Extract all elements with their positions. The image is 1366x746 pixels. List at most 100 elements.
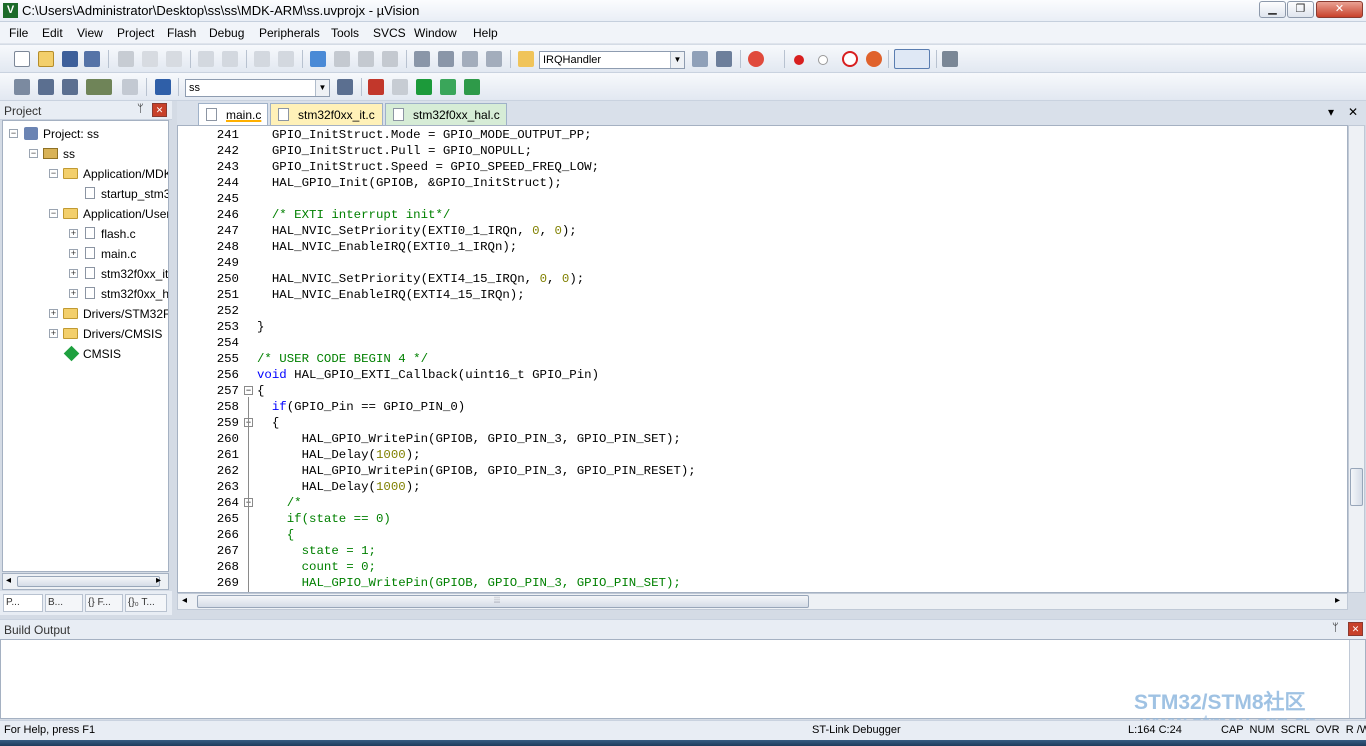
stop-build-icon[interactable] <box>122 79 138 95</box>
code-line[interactable]: 253} <box>178 320 1347 336</box>
breakpoint-icon[interactable] <box>794 55 804 65</box>
code-line[interactable]: 266 { <box>178 528 1347 544</box>
disable-all-breakpoints-icon[interactable] <box>842 51 858 67</box>
code-line[interactable]: 265 if(state == 0) <box>178 512 1347 528</box>
next-bookmark-icon[interactable] <box>358 51 374 67</box>
close-tab-icon[interactable]: ✕ <box>1348 105 1358 119</box>
code-line[interactable]: 256 void HAL_GPIO_EXTI_Callback(uint16_t … <box>178 368 1347 384</box>
tab-stm32f0xx-hal-c[interactable]: stm32f0xx_hal.c <box>385 103 507 125</box>
tree-item[interactable]: − ss <box>3 145 168 163</box>
editor-horizontal-scrollbar[interactable]: ◂ ⦙⦙⦙ ▸ <box>177 593 1348 610</box>
rebuild-icon[interactable] <box>62 79 78 95</box>
tab-list-chevron-icon[interactable]: ▾ <box>1328 105 1334 119</box>
manage-run-time-environment-icon[interactable] <box>416 79 432 95</box>
fold-collapse-icon[interactable]: − <box>244 386 253 395</box>
menu-file[interactable]: File <box>9 26 28 40</box>
tab-stm32f0xx-it-c[interactable]: stm32f0xx_it.c <box>270 103 383 125</box>
expand-icon[interactable]: + <box>69 269 78 278</box>
window-layout-icon[interactable] <box>894 49 930 69</box>
copy-icon[interactable] <box>142 51 158 67</box>
tree-item[interactable]: + main.c <box>3 245 168 263</box>
code-line[interactable]: 262 HAL_GPIO_WritePin(GPIOB, GPIO_PIN_3,… <box>178 464 1347 480</box>
expand-icon[interactable]: + <box>49 329 58 338</box>
select-software-packs-icon[interactable] <box>440 79 456 95</box>
manage-project-items-icon[interactable] <box>368 79 384 95</box>
code-line[interactable]: 254 <box>178 336 1347 352</box>
open-file-icon[interactable] <box>38 51 54 67</box>
maximize-button[interactable]: ❐ <box>1287 1 1314 18</box>
code-line[interactable]: 245 <box>178 192 1347 208</box>
pin-icon[interactable]: ᛘ <box>137 103 144 115</box>
paste-icon[interactable] <box>166 51 182 67</box>
find-icon[interactable] <box>692 51 708 67</box>
code-line[interactable]: 251 HAL_NVIC_EnableIRQ(EXTI4_15_IRQn); <box>178 288 1347 304</box>
manage-multi-project-icon[interactable] <box>392 79 408 95</box>
kill-all-breakpoints-icon[interactable] <box>866 51 882 67</box>
pack-installer-icon[interactable] <box>464 79 480 95</box>
code-line[interactable]: 243 GPIO_InitStruct.Speed = GPIO_SPEED_F… <box>178 160 1347 176</box>
translate-icon[interactable] <box>14 79 30 95</box>
redo-icon[interactable] <box>222 51 238 67</box>
tab-templates[interactable]: {}₀ T... <box>125 594 167 612</box>
code-line[interactable]: 242 GPIO_InitStruct.Pull = GPIO_NOPULL; <box>178 144 1347 160</box>
navigate-forward-icon[interactable] <box>278 51 294 67</box>
code-line[interactable]: 268 count = 0; <box>178 560 1347 576</box>
tree-item[interactable]: + flash.c <box>3 225 168 243</box>
comment-icon[interactable] <box>462 51 478 67</box>
code-line[interactable]: 247 HAL_NVIC_SetPriority(EXTI0_1_IRQn, 0… <box>178 224 1347 240</box>
tree-item[interactable]: − Application/User <box>3 205 168 223</box>
editor-vertical-scrollbar[interactable] <box>1348 125 1365 593</box>
cut-icon[interactable] <box>118 51 134 67</box>
code-editor[interactable]: 241 GPIO_InitStruct.Mode = GPIO_MODE_OUT… <box>177 125 1348 593</box>
tree-item[interactable]: + Drivers/STM32F0xx_HAL_Driver <box>3 305 168 323</box>
code-line[interactable]: 264− /* <box>178 496 1347 512</box>
project-scroll-thumb[interactable] <box>17 576 160 587</box>
code-line[interactable]: 257−{ <box>178 384 1347 400</box>
find-in-files-icon[interactable] <box>518 51 534 67</box>
menu-view[interactable]: View <box>77 26 103 40</box>
prev-bookmark-icon[interactable] <box>334 51 350 67</box>
configure-icon[interactable] <box>942 51 958 67</box>
tree-item[interactable]: + Drivers/CMSIS <box>3 325 168 343</box>
menu-window[interactable]: Window <box>414 26 457 40</box>
menu-tools[interactable]: Tools <box>331 26 359 40</box>
batch-build-icon[interactable] <box>86 79 112 95</box>
code-line[interactable]: 250 HAL_NVIC_SetPriority(EXTI4_15_IRQn, … <box>178 272 1347 288</box>
code-line[interactable]: 258 if(GPIO_Pin == GPIO_PIN_0) <box>178 400 1347 416</box>
tree-item[interactable]: startup_stm32f030x6.s <box>3 185 168 203</box>
code-line[interactable]: 267 state = 1; <box>178 544 1347 560</box>
collapse-icon[interactable]: − <box>49 209 58 218</box>
menu-edit[interactable]: Edit <box>42 26 63 40</box>
expand-icon[interactable]: + <box>49 309 58 318</box>
download-icon[interactable] <box>155 79 171 95</box>
code-line[interactable]: 244 HAL_GPIO_Init(GPIOB, &GPIO_InitStruc… <box>178 176 1347 192</box>
tree-item[interactable]: + stm32f0xx_it.c <box>3 265 168 283</box>
debug-session-icon[interactable] <box>748 51 764 67</box>
close-button[interactable]: ✕ <box>1316 1 1363 18</box>
code-line[interactable]: 248 HAL_NVIC_EnableIRQ(EXTI0_1_IRQn); <box>178 240 1347 256</box>
code-line[interactable]: 261 HAL_Delay(1000); <box>178 448 1347 464</box>
code-line[interactable]: 269 HAL_GPIO_WritePin(GPIOB, GPIO_PIN_3,… <box>178 576 1347 592</box>
save-all-icon[interactable] <box>84 51 100 67</box>
chevron-down-icon[interactable]: ▼ <box>670 52 684 68</box>
menu-svcs[interactable]: SVCS <box>373 26 406 40</box>
disable-breakpoint-icon[interactable] <box>818 55 828 65</box>
tab-functions[interactable]: {} F... <box>85 594 123 612</box>
code-line[interactable]: 260 HAL_GPIO_WritePin(GPIOB, GPIO_PIN_3,… <box>178 432 1347 448</box>
menu-project[interactable]: Project <box>117 26 154 40</box>
tree-item[interactable]: CMSIS <box>3 345 168 363</box>
pin-icon[interactable]: ᛘ <box>1332 622 1339 634</box>
minimize-button[interactable]: ▁ <box>1259 1 1286 18</box>
scroll-right-icon[interactable]: ▸ <box>1335 595 1340 606</box>
code-line[interactable]: 259− { <box>178 416 1347 432</box>
code-line[interactable]: 249 <box>178 256 1347 272</box>
indent-icon[interactable] <box>414 51 430 67</box>
menu-peripherals[interactable]: Peripherals <box>259 26 320 40</box>
close-icon[interactable]: ✕ <box>152 103 167 117</box>
menu-help[interactable]: Help <box>473 26 498 40</box>
save-icon[interactable] <box>62 51 78 67</box>
collapse-icon[interactable]: − <box>9 129 18 138</box>
scroll-left-icon[interactable]: ◂ <box>182 595 187 606</box>
code-line[interactable]: 263 HAL_Delay(1000); <box>178 480 1347 496</box>
tab-main-c[interactable]: main.c <box>198 103 268 125</box>
